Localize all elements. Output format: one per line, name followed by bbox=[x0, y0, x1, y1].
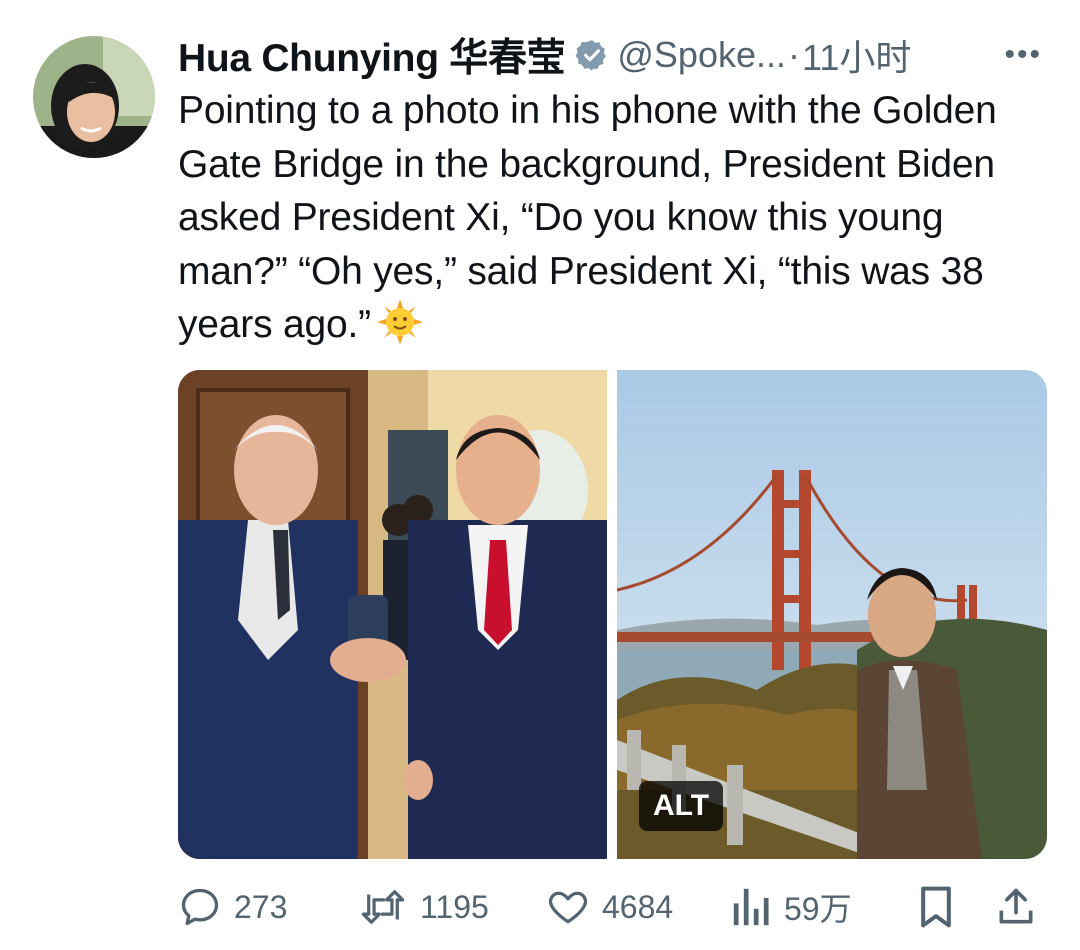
reply-button[interactable]: 273 bbox=[178, 882, 287, 932]
like-button[interactable]: 4684 bbox=[546, 882, 673, 932]
share-button[interactable] bbox=[994, 882, 1038, 932]
tweet-header: Hua Chunying 华春莹 @Spoke... · 11小时 ••• bbox=[178, 28, 1060, 82]
reply-icon bbox=[181, 888, 219, 926]
heart-icon bbox=[548, 891, 588, 924]
bar-chart-icon bbox=[733, 888, 769, 926]
timestamp[interactable]: 11小时 bbox=[802, 29, 911, 81]
photo-left-image bbox=[178, 370, 607, 859]
view-count: 59万 bbox=[784, 891, 852, 927]
tweet-body: Pointing to a photo in his phone with th… bbox=[178, 89, 997, 346]
author-handle[interactable]: @Spoke... bbox=[617, 34, 786, 76]
author-name[interactable]: Hua Chunying 华春莹 bbox=[178, 27, 566, 83]
retweet-button[interactable]: 1195 bbox=[358, 882, 489, 932]
sun-with-face-icon bbox=[376, 299, 423, 345]
tweet-actions: 273 1195 4684 59万 bbox=[178, 882, 1048, 932]
bookmark-button[interactable] bbox=[916, 882, 956, 932]
avatar[interactable] bbox=[33, 36, 155, 158]
retweet-count: 1195 bbox=[420, 888, 489, 925]
verified-badge-icon bbox=[575, 38, 609, 72]
tweet-media[interactable]: ALT bbox=[178, 370, 1047, 859]
views-button[interactable]: 59万 bbox=[732, 882, 852, 932]
reply-count: 273 bbox=[234, 888, 288, 925]
bookmark-icon bbox=[921, 886, 951, 928]
photo-biden-xi[interactable] bbox=[178, 370, 607, 859]
alt-text-badge[interactable]: ALT bbox=[639, 781, 724, 831]
avatar-image bbox=[33, 36, 155, 158]
retweet-icon bbox=[361, 890, 405, 924]
share-icon bbox=[999, 888, 1033, 924]
more-options-icon[interactable]: ••• bbox=[1004, 38, 1042, 72]
like-count: 4684 bbox=[602, 888, 674, 925]
separator-dot: · bbox=[788, 34, 800, 75]
photo-golden-gate[interactable]: ALT bbox=[617, 370, 1047, 859]
tweet-text: Pointing to a photo in his phone with th… bbox=[178, 84, 1038, 352]
